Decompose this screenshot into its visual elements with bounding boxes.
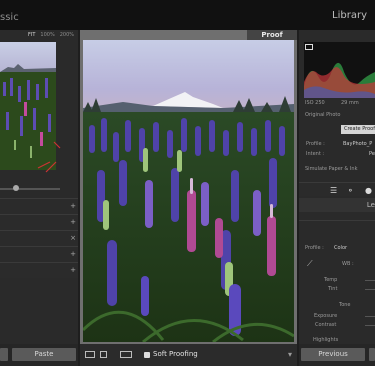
simulate-paper-ink-checkbox[interactable]: Simulate Paper & Ink: [305, 166, 357, 172]
zoom-fit[interactable]: FIT: [28, 30, 35, 40]
tone-label: Tone: [339, 302, 351, 308]
panel-section-header[interactable]: Le: [299, 198, 375, 212]
paste-button[interactable]: Paste: [12, 348, 76, 361]
right-panel: ISO 250 29 mm Original Photo Create Proo…: [299, 30, 375, 366]
app-title: ssic: [0, 12, 19, 23]
redeye-icon[interactable]: ●: [365, 186, 372, 195]
left-bottom-bar: Paste: [0, 344, 78, 366]
basic-profile-value[interactable]: Color: [334, 245, 347, 251]
tint-slider[interactable]: [365, 289, 375, 290]
copy-button[interactable]: [0, 348, 8, 361]
iso-value: ISO 250: [305, 100, 325, 106]
profile-value[interactable]: BayPhoto_P: [343, 141, 372, 147]
exposure-slider[interactable]: [365, 316, 375, 317]
spot-removal-icon[interactable]: ⚬: [347, 186, 354, 195]
left-row[interactable]: +: [0, 214, 78, 230]
profile-label: Profile :: [306, 141, 325, 147]
contrast-slider[interactable]: [365, 325, 375, 326]
module-library[interactable]: Library: [332, 10, 367, 21]
navigator-header: FIT 100% 200%: [0, 30, 78, 40]
reset-button[interactable]: [369, 348, 375, 361]
photo-preview[interactable]: [83, 40, 294, 342]
row-action-icon[interactable]: +: [70, 250, 76, 258]
histogram-clipping-icon[interactable]: [305, 44, 313, 50]
focal-length: 29 mm: [341, 100, 359, 106]
temp-slider[interactable]: [365, 280, 375, 281]
contrast-label: Contrast: [315, 322, 337, 328]
highlights-label: Highlights: [313, 337, 339, 343]
left-row[interactable]: +: [0, 246, 78, 262]
toolbar-menu-icon[interactable]: ▾: [288, 350, 292, 359]
left-panel-rows: + + × + +: [0, 198, 78, 278]
row-action-icon[interactable]: +: [70, 266, 76, 274]
sliders-icon[interactable]: ☰: [330, 186, 337, 195]
proof-preview-label: Proof Preview: [247, 30, 297, 49]
zoom-slider-knob[interactable]: [13, 185, 19, 191]
zoom-100[interactable]: 100%: [40, 30, 54, 40]
original-photo-label[interactable]: Original Photo: [305, 112, 340, 118]
left-row[interactable]: +: [0, 262, 78, 278]
soft-proofing-label: Soft Proofing: [153, 350, 198, 358]
wb-label: WB :: [342, 261, 354, 267]
compare-view-icon[interactable]: [120, 351, 132, 358]
center-view: Proof Preview: [80, 30, 297, 366]
loupe-view-icon[interactable]: [85, 351, 95, 358]
row-action-icon[interactable]: +: [70, 218, 76, 226]
left-panel: FIT 100% 200% + + × + + Paste: [0, 30, 78, 366]
zoom-200[interactable]: 200%: [60, 30, 74, 40]
intent-label: Intent :: [306, 151, 325, 157]
crop-icon[interactable]: [100, 351, 107, 358]
left-row[interactable]: ×: [0, 230, 78, 246]
row-action-icon[interactable]: +: [70, 202, 76, 210]
histogram[interactable]: [304, 42, 375, 98]
create-proof-button[interactable]: Create Proof: [341, 125, 375, 134]
soft-proofing-checkbox[interactable]: [144, 352, 150, 358]
temp-label: Temp: [324, 277, 338, 283]
zoom-slider-track[interactable]: [0, 188, 60, 190]
row-action-icon[interactable]: ×: [70, 234, 76, 242]
center-toolbar: Soft Proofing ▾: [80, 344, 297, 366]
tint-label: Tint: [328, 286, 338, 292]
right-bottom-bar: Previous: [299, 344, 375, 366]
left-row[interactable]: +: [0, 198, 78, 214]
intent-value[interactable]: Pe: [369, 151, 375, 157]
top-bar: ssic Library: [0, 0, 375, 30]
exposure-label: Exposure: [314, 313, 338, 319]
divider: [299, 220, 375, 221]
tool-strip: ☰ ⚬ ●: [299, 182, 375, 196]
eyedropper-icon[interactable]: ⟋: [307, 259, 313, 269]
basic-profile-label: Profile :: [305, 245, 324, 251]
red-marker-icon: [37, 141, 61, 173]
previous-button[interactable]: Previous: [301, 348, 365, 361]
